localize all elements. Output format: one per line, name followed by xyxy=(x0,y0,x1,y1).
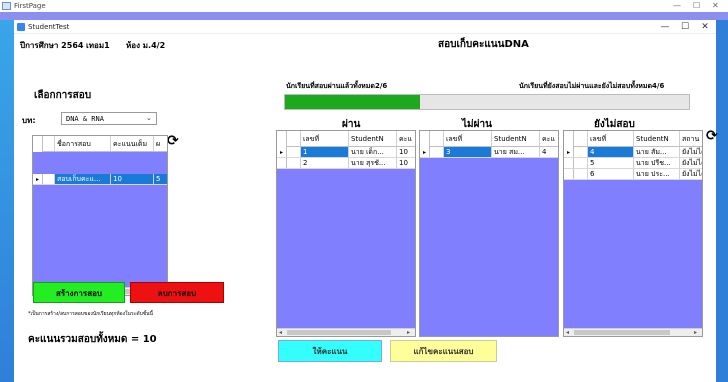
note-text: *เป็นการสร้าง/ลบการสอบของนักเรียนทุกห้อง… xyxy=(28,311,153,317)
table-cell: นาย ปรีช... xyxy=(634,158,680,168)
page-title: สอบเก็บคะแนนDNA xyxy=(438,39,529,50)
outer-maximize-icon[interactable]: ☐ xyxy=(693,0,700,12)
left-side-strip xyxy=(0,20,14,382)
column-header: คะแ xyxy=(397,131,415,146)
minimize-icon[interactable]: — xyxy=(656,20,674,34)
column-header: ผ xyxy=(154,136,167,151)
window-titlebar: StudentTest — ☐ ✕ xyxy=(14,20,716,34)
table-row[interactable]: ▸ สอบเก็บคะแ... 10 5 xyxy=(33,174,167,185)
school-year-label: ปีการศึกษา 2564 xyxy=(20,41,84,50)
edit-score-button[interactable]: แก้ไขคะแนนสอบ xyxy=(390,340,497,362)
column-header: คะแนนเต็ม xyxy=(111,136,154,151)
table-cell: นาย เด็ก... xyxy=(349,147,397,157)
outer-minimize-icon[interactable]: — xyxy=(673,0,681,12)
table-row[interactable]: 2 นาย สุรชั... 10 xyxy=(277,158,415,169)
column-header: เลขที่ xyxy=(588,131,634,146)
table-cell: ยังไม่ได xyxy=(680,169,702,179)
row-pointer-icon: ▸ xyxy=(33,174,43,184)
progress-bar xyxy=(284,94,690,110)
refresh-icon[interactable]: ⟳ xyxy=(706,128,718,144)
outer-window-title: FirstPage xyxy=(14,2,46,10)
exam-grid-header: ชื่อการสอบ คะแนนเต็ม ผ xyxy=(33,136,167,152)
table-cell: 3 xyxy=(444,147,492,157)
table-cell: 6 xyxy=(588,169,634,179)
passed-count-label: นักเรียนที่สอบผ่านแล้วทั้งหมด2/6 xyxy=(286,82,388,90)
column-header: คะแ xyxy=(540,131,558,146)
table-cell: 1 xyxy=(301,147,349,157)
create-exam-button[interactable]: สร้างการสอบ xyxy=(33,282,125,303)
close-icon[interactable]: ✕ xyxy=(696,20,714,34)
column-header: ชื่อการสอบ xyxy=(55,136,111,151)
exam-grid[interactable]: ชื่อการสอบ คะแนนเต็ม ผ ▸ สอบเก็บคะแ... 1… xyxy=(32,135,168,296)
table-cell: 2 xyxy=(301,158,349,168)
table-cell: 10 xyxy=(397,147,415,157)
table-cell: นาย สุรชั... xyxy=(349,158,397,168)
maximize-icon[interactable]: ☐ xyxy=(676,20,694,34)
table-cell: นาย สม... xyxy=(492,147,540,157)
table-cell: นาย ประ... xyxy=(634,169,680,179)
term-label: เทอม1 xyxy=(86,41,110,50)
table-row[interactable]: 5 นาย ปรีช... ยังไม่ได xyxy=(564,158,702,169)
student-test-window: StudentTest — ☐ ✕ ปีการศึกษา 2564 เทอม1 … xyxy=(14,20,718,382)
table-cell: 4 xyxy=(540,147,558,157)
refresh-icon[interactable]: ⟳ xyxy=(167,133,179,149)
window-title: StudentTest xyxy=(28,23,70,31)
table-cell: ยังไม่ได xyxy=(680,147,702,157)
outer-close-icon[interactable]: ✕ xyxy=(712,0,719,12)
table-row[interactable]: 6 นาย ประ... ยังไม่ได xyxy=(564,169,702,180)
table-row[interactable]: ▸ 4 นาย สัม... ยังไม่ได xyxy=(564,147,702,158)
give-score-button[interactable]: ให้คะแนน xyxy=(278,340,382,362)
row-pointer-icon: ▸ xyxy=(420,147,430,157)
table-cell: ยังไม่ได xyxy=(680,158,702,168)
chapter-select-value: DNA & RNA xyxy=(66,115,104,123)
row-pointer-icon: ▸ xyxy=(277,147,287,157)
not-taken-grid[interactable]: เลขที่ StudentN สถาน ▸ 4 นาย สัม... ยังไ… xyxy=(563,130,703,337)
passed-grid[interactable]: เลขที่ StudentN คะแ ▸ 1 นาย เด็ก... 10 2… xyxy=(276,130,416,337)
window-icon xyxy=(17,23,25,31)
failed-grid[interactable]: เลขที่ StudentN คะแ ▸ 3 นาย สม... 4 xyxy=(419,130,559,337)
progress-bar-fill xyxy=(285,95,420,109)
column-header: สถาน xyxy=(680,131,702,146)
table-cell: 4 xyxy=(588,147,634,157)
table-row[interactable]: ▸ 1 นาย เด็ก... 10 xyxy=(277,147,415,158)
table-cell: 10 xyxy=(397,158,415,168)
room-label: ห้อง ม.4/2 xyxy=(126,41,166,50)
column-header: StudentN xyxy=(634,131,680,146)
remaining-count-label: นักเรียนที่ยังสอบไม่ผ่านและยังไม่สอบทั้ง… xyxy=(519,82,665,90)
chevron-down-icon: ⌄ xyxy=(146,114,152,122)
chapter-label: บท: xyxy=(22,116,36,125)
chapter-select[interactable]: DNA & RNA ⌄ xyxy=(61,112,157,125)
row-pointer-icon: ▸ xyxy=(564,147,574,157)
outer-header-band xyxy=(0,12,728,20)
column-header: เลขที่ xyxy=(301,131,349,146)
column-header: เลขที่ xyxy=(444,131,492,146)
table-cell: สอบเก็บคะแ... xyxy=(55,174,111,184)
column-header: StudentN xyxy=(349,131,397,146)
table-cell: 10 xyxy=(111,174,154,184)
table-cell: 5 xyxy=(588,158,634,168)
delete-exam-button[interactable]: ลบการสอบ xyxy=(130,282,224,303)
horizontal-scrollbar[interactable]: ◂ ▸ xyxy=(564,328,702,336)
table-cell: 5 xyxy=(154,174,167,184)
column-header: StudentN xyxy=(492,131,540,146)
total-score-label: คะแนนรวมสอบทั้งหมด = 10 xyxy=(28,334,157,345)
table-row[interactable]: ▸ 3 นาย สม... 4 xyxy=(420,147,558,158)
right-side-strip xyxy=(716,20,728,382)
outer-titlebar: FirstPage — ☐ ✕ xyxy=(0,0,728,12)
section-title: เลือกการสอบ xyxy=(34,90,92,101)
horizontal-scrollbar[interactable]: ◂ ▸ xyxy=(277,328,415,336)
app-icon xyxy=(2,2,11,10)
table-cell: นาย สัม... xyxy=(634,147,680,157)
